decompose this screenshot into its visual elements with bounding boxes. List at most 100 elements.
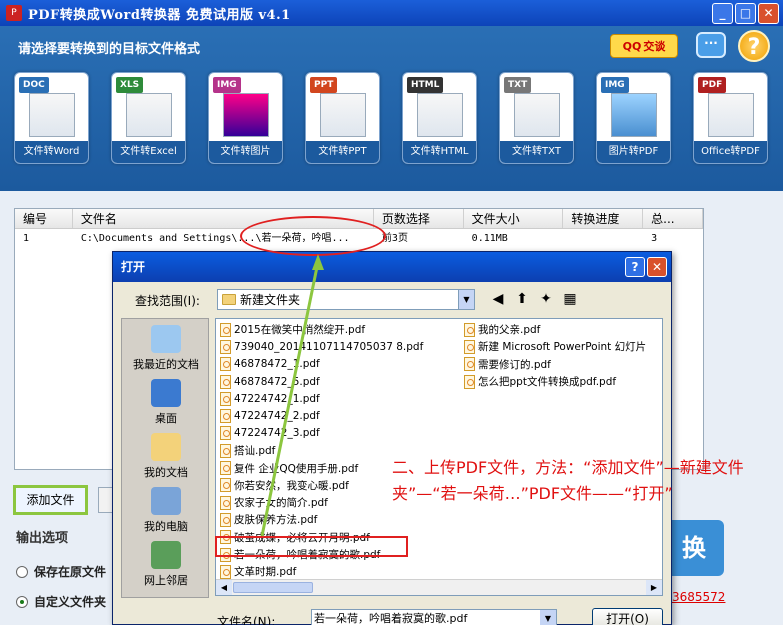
help-icon[interactable]: ? xyxy=(738,30,770,62)
chevron-down-icon[interactable]: ▼ xyxy=(458,290,474,309)
file-column-right: 我的父亲.pdf 新建 Microsoft PowerPoint 幻灯片需要修订的… xyxy=(464,321,646,390)
format-label: 文件转图片 xyxy=(209,141,282,163)
close-button[interactable]: ✕ xyxy=(758,3,779,24)
file-item[interactable]: 文革时期.pdf xyxy=(220,563,423,580)
horizontal-scrollbar[interactable]: ◀ ▶ xyxy=(216,579,662,595)
window-controls: _ □ ✕ xyxy=(712,3,779,24)
file-item[interactable]: 怎么把ppt文件转换成pdf.pdf xyxy=(464,373,646,390)
places-bar: 我最近的文档 桌面 我的文档 我的电脑 网上邻居 xyxy=(121,318,209,598)
add-file-button[interactable]: 添加文件 xyxy=(13,485,88,515)
pdf-file-icon xyxy=(220,339,231,354)
format-header: 请选择要转换到的目标文件格式 QQ 交谈 ··· ? DOC 文件转Word X… xyxy=(0,26,783,191)
place-network[interactable]: 网上邻居 xyxy=(122,541,210,588)
place-desktop[interactable]: 桌面 xyxy=(122,379,210,426)
message-icon[interactable]: ··· xyxy=(696,32,726,58)
pdf-file-icon xyxy=(220,461,231,476)
radio-custom-folder[interactable]: 自定义文件夹 xyxy=(16,593,106,610)
open-file-dialog: 打开 ? ✕ 查找范围(I): 新建文件夹 ▼ ◀ ⬆ ✦ ▦ 我最近的文档 桌… xyxy=(112,251,672,625)
pdf-file-icon xyxy=(220,478,231,493)
qq-chat-button[interactable]: QQ 交谈 xyxy=(610,34,678,58)
format-tile-img2pdf[interactable]: IMG 图片转PDF xyxy=(596,72,671,164)
annotation-highlight-box xyxy=(215,536,408,557)
place-label: 我最近的文档 xyxy=(133,358,199,371)
look-in-label: 查找范围(I): xyxy=(135,294,200,308)
pdf-file-icon xyxy=(220,391,231,406)
format-tile-office2pdf[interactable]: PDF Office转PDF xyxy=(693,72,768,164)
new-folder-icon[interactable]: ✦ xyxy=(537,290,555,308)
file-item[interactable]: 需要修订的.pdf xyxy=(464,356,646,373)
recent-docs-icon xyxy=(151,325,181,353)
dialog-close-button[interactable]: ✕ xyxy=(647,257,667,277)
column-total[interactable]: 总... xyxy=(643,209,704,228)
chevron-down-icon[interactable]: ▼ xyxy=(540,610,556,625)
up-folder-icon[interactable]: ⬆ xyxy=(513,290,531,308)
window-titlebar: P PDF转换成Word转换器 免费试用版 v4.1 _ □ ✕ xyxy=(0,0,783,26)
contact-phone-link[interactable]: 3685572 xyxy=(672,590,725,604)
format-tag: PPT xyxy=(310,77,338,93)
file-name: 2015在微笑中悄然绽开.pdf xyxy=(234,324,366,337)
column-pages[interactable]: 页数选择 xyxy=(374,209,464,228)
place-label: 我的电脑 xyxy=(144,520,188,533)
scroll-left-icon[interactable]: ◀ xyxy=(216,580,232,595)
format-tile-word[interactable]: DOC 文件转Word xyxy=(14,72,89,164)
scroll-right-icon[interactable]: ▶ xyxy=(646,580,662,595)
scroll-thumb[interactable] xyxy=(233,582,313,593)
row-pages[interactable]: 前3页 xyxy=(374,229,464,249)
format-tag: XLS xyxy=(116,77,144,93)
pdf-file-icon xyxy=(220,374,231,389)
file-item[interactable]: 2015在微笑中悄然绽开.pdf xyxy=(220,321,423,338)
back-icon[interactable]: ◀ xyxy=(489,290,507,308)
place-my-computer[interactable]: 我的电脑 xyxy=(122,487,210,534)
pdf-file-icon xyxy=(464,339,475,354)
column-progress[interactable]: 转换进度 xyxy=(563,209,644,228)
file-name: 需要修订的.pdf xyxy=(478,358,551,371)
qq-chat-label: 交谈 xyxy=(643,40,666,53)
format-tile-image[interactable]: IMG 文件转图片 xyxy=(208,72,283,164)
look-in-select[interactable]: 新建文件夹 ▼ xyxy=(217,289,475,310)
format-tag: DOC xyxy=(19,77,49,93)
xls-icon xyxy=(126,93,172,137)
file-name: 复件 企业QQ使用手册.pdf xyxy=(234,462,359,475)
format-tile-excel[interactable]: XLS 文件转Excel xyxy=(111,72,186,164)
format-tile-ppt[interactable]: PPT 文件转PPT xyxy=(305,72,380,164)
radio-save-original[interactable]: 保存在原文件 xyxy=(16,563,106,580)
file-item[interactable]: 739040_20141107114705037 8.pdf xyxy=(220,338,423,355)
place-my-documents[interactable]: 我的文档 xyxy=(122,433,210,480)
look-in-value: 新建文件夹 xyxy=(240,293,301,307)
file-name: 我的父亲.pdf xyxy=(478,324,541,337)
image-icon xyxy=(223,93,269,137)
dialog-toolbar: ◀ ⬆ ✦ ▦ xyxy=(489,290,579,308)
pdf-file-icon xyxy=(220,322,231,337)
file-item[interactable]: 46878472_1.pdf xyxy=(220,356,423,373)
file-item[interactable]: 新建 Microsoft PowerPoint 幻灯片 xyxy=(464,338,646,355)
minimize-button[interactable]: _ xyxy=(712,3,733,24)
row-number: 1 xyxy=(23,233,30,244)
radio-circle xyxy=(16,565,28,578)
radio-label: 保存在原文件 xyxy=(34,565,107,579)
file-item[interactable]: 我的父亲.pdf xyxy=(464,321,646,338)
folder-icon xyxy=(222,294,236,305)
file-item[interactable]: 47224742_3.pdf xyxy=(220,425,423,442)
filename-input[interactable]: 若一朵荷，吟唱着寂寞的歌.pdf ▼ xyxy=(311,609,557,625)
place-recent[interactable]: 我最近的文档 xyxy=(122,325,210,372)
maximize-button[interactable]: □ xyxy=(735,3,756,24)
column-size[interactable]: 文件大小 xyxy=(464,209,564,228)
txt-icon xyxy=(514,93,560,137)
open-button[interactable]: 打开(O) xyxy=(592,608,663,625)
format-tile-txt[interactable]: TXT 文件转TXT xyxy=(499,72,574,164)
column-number[interactable]: 编号 xyxy=(15,209,73,228)
row-size: 0.11MB xyxy=(471,233,508,244)
dialog-help-button[interactable]: ? xyxy=(625,257,645,277)
file-item[interactable]: 皮肤保养方法.pdf xyxy=(220,511,423,528)
file-item[interactable]: 46878472_5.pdf xyxy=(220,373,423,390)
file-name: 皮肤保养方法.pdf xyxy=(234,514,318,527)
convert-button[interactable]: 换 xyxy=(664,520,724,576)
view-menu-icon[interactable]: ▦ xyxy=(561,290,579,308)
picture-icon xyxy=(611,93,657,137)
pdf-file-icon xyxy=(220,357,231,372)
format-tag: TXT xyxy=(504,77,532,93)
file-item[interactable]: 47224742_2.pdf xyxy=(220,407,423,424)
format-tile-html[interactable]: HTML 文件转HTML xyxy=(402,72,477,164)
file-item[interactable]: 47224742_1.pdf xyxy=(220,390,423,407)
annotation-text: 二、上传PDF文件，方法：“添加文件”—新建文件夹”—“若一朵荷…”PDF文件—… xyxy=(392,458,744,503)
